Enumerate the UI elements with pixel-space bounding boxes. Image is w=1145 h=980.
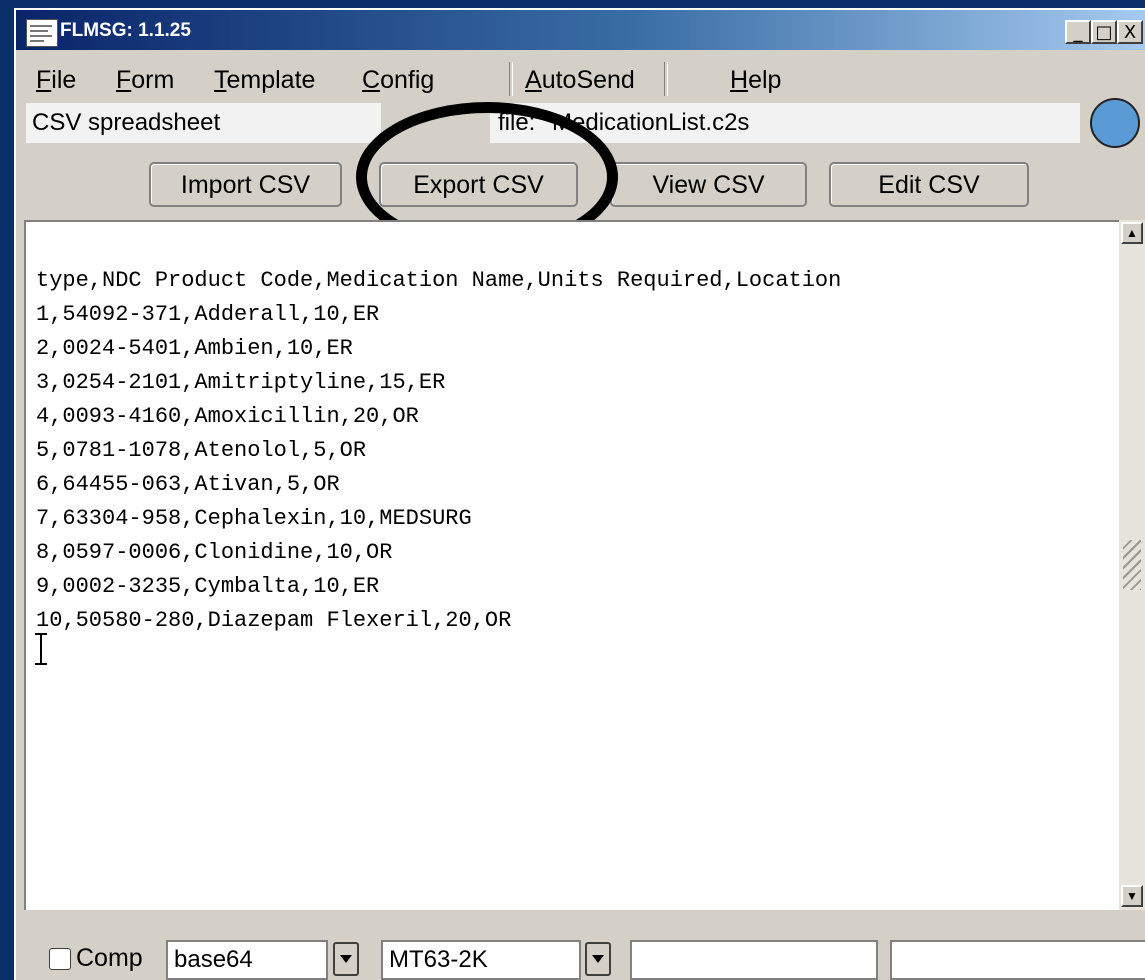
file-label: file: MedicationList.c2s xyxy=(490,103,1080,143)
export-csv-button[interactable]: Export CSV xyxy=(379,162,578,207)
encoding-dropdown-icon[interactable] xyxy=(333,942,359,976)
window-title: FLMSG: 1.1.25 xyxy=(60,20,191,41)
scroll-grip[interactable] xyxy=(1123,540,1141,590)
menu-config[interactable]: Config xyxy=(362,66,434,95)
mode-dropdown-icon[interactable] xyxy=(585,942,611,976)
minimize-button[interactable]: _ xyxy=(1065,20,1091,44)
form-name-label: CSV spreadsheet xyxy=(26,103,381,143)
bottom-toolbar: Comp base64 MT63-2K xyxy=(16,920,1145,980)
csv-text-editor[interactable]: type,NDC Product Code,Medication Name,Un… xyxy=(24,220,1119,910)
vertical-scrollbar[interactable]: ▲ ▼ xyxy=(1119,220,1145,910)
menu-separator xyxy=(664,62,668,96)
scroll-down-icon[interactable]: ▼ xyxy=(1121,885,1143,907)
editor-line: 7,63304-958,Cephalexin,10,MEDSURG xyxy=(36,506,472,531)
status-indicator xyxy=(1090,98,1140,148)
editor-line: 5,0781-1078,Atenolol,5,OR xyxy=(36,438,367,463)
menu-autosend[interactable]: AutoSend xyxy=(525,66,635,95)
status-field-2 xyxy=(890,940,1145,980)
editor-line: 8,0597-0006,Clonidine,10,OR xyxy=(36,540,393,565)
app-icon xyxy=(26,19,58,47)
comp-checkbox[interactable] xyxy=(49,948,71,970)
title-bar[interactable]: FLMSG: 1.1.25 _ □ X xyxy=(16,10,1145,50)
menu-bar: File Form Template Config AutoSend Help xyxy=(22,58,1142,98)
editor-line: 6,64455-063,Ativan,5,OR xyxy=(36,472,340,497)
editor-line: 4,0093-4160,Amoxicillin,20,OR xyxy=(36,404,419,429)
menu-help[interactable]: Help xyxy=(730,66,781,95)
editor-line: 9,0002-3235,Cymbalta,10,ER xyxy=(36,574,380,599)
editor-line: 2,0024-5401,Ambien,10,ER xyxy=(36,336,353,361)
menu-form[interactable]: Form xyxy=(116,66,174,95)
import-csv-button[interactable]: Import CSV xyxy=(149,162,342,207)
text-cursor-icon xyxy=(34,632,48,666)
close-button[interactable]: X xyxy=(1117,20,1143,44)
file-prefix: file: xyxy=(498,109,536,136)
menu-separator xyxy=(509,62,513,96)
editor-content: type,NDC Product Code,Medication Name,Un… xyxy=(36,264,841,638)
app-window: FLMSG: 1.1.25 _ □ X File Form Template C… xyxy=(14,8,1145,980)
scroll-up-icon[interactable]: ▲ xyxy=(1121,222,1143,244)
editor-line: type,NDC Product Code,Medication Name,Un… xyxy=(36,268,842,293)
editor-line: 3,0254-2101,Amitriptyline,15,ER xyxy=(36,370,446,395)
editor-line: 1,54092-371,Adderall,10,ER xyxy=(36,302,380,327)
mode-select[interactable]: MT63-2K xyxy=(381,940,581,980)
status-field-1 xyxy=(630,940,878,980)
menu-file[interactable]: File xyxy=(36,66,76,95)
edit-csv-button[interactable]: Edit CSV xyxy=(829,162,1029,207)
view-csv-button[interactable]: View CSV xyxy=(610,162,807,207)
menu-template[interactable]: Template xyxy=(214,66,315,95)
encoding-select[interactable]: base64 xyxy=(166,940,328,980)
file-name: MedicationList.c2s xyxy=(552,109,750,136)
editor-line: 10,50580-280,Diazepam Flexeril,20,OR xyxy=(36,608,512,633)
maximize-button[interactable]: □ xyxy=(1091,20,1117,44)
comp-label: Comp xyxy=(76,944,143,972)
